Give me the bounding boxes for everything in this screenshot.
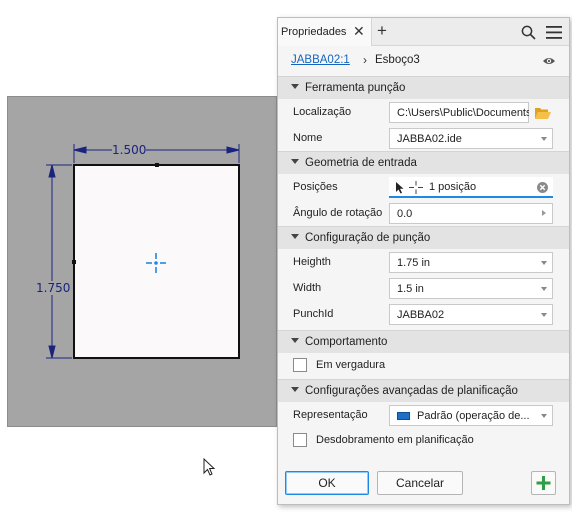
collapse-caret-icon — [291, 387, 299, 392]
clear-icon[interactable] — [537, 182, 548, 193]
height-value: 1.75 in — [397, 257, 431, 269]
height-row: Heighth 1.75 in — [278, 249, 569, 275]
breadcrumb-parent-link[interactable]: JABBA02:1 — [291, 54, 350, 66]
name-row: Nome JABBA02.ide — [278, 125, 569, 151]
height-label: Heighth — [293, 256, 331, 268]
location-value: C:\Users\Public\Documents\ — [397, 107, 529, 119]
section-behavior[interactable]: Comportamento — [278, 330, 569, 353]
name-dropdown[interactable]: JABBA02.ide — [389, 128, 553, 149]
width-dimension-lines — [73, 144, 240, 163]
top-midpoint — [155, 163, 159, 167]
width-value: 1.5 in — [397, 283, 424, 295]
collapse-caret-icon — [291, 338, 299, 343]
breadcrumb-current: Esboço3 — [375, 54, 420, 66]
mouse-cursor-icon — [203, 458, 216, 476]
hamburger-menu-icon[interactable] — [546, 26, 562, 39]
positions-value: 1 posição — [429, 181, 477, 193]
positions-row: Posições 1 posição — [278, 174, 569, 200]
name-value: JABBA02.ide — [397, 133, 462, 145]
punchid-value: JABBA02 — [397, 309, 445, 321]
close-tab-icon[interactable]: ✕ — [353, 18, 365, 45]
location-field[interactable]: C:\Users\Public\Documents\ — [389, 102, 529, 123]
ok-button[interactable]: OK — [285, 471, 369, 495]
in-bend-row: Em vergadura — [278, 353, 569, 377]
width-dropdown[interactable]: 1.5 in — [389, 278, 553, 299]
breadcrumb-separator-icon: › — [363, 53, 367, 67]
chevron-down-icon — [541, 414, 547, 418]
unfold-in-flat-label: Desdobramento em planificação — [316, 434, 474, 446]
representation-label: Representação — [293, 409, 368, 421]
section-title: Configuração de punção — [305, 232, 431, 244]
width-label: Width — [293, 282, 322, 294]
section-input-geometry[interactable]: Geometria de entrada — [278, 151, 569, 174]
rotation-angle-input[interactable]: 0.0 — [389, 203, 553, 224]
rotation-row: Ângulo de rotação 0.0 — [278, 200, 569, 226]
unfold-in-flat-checkbox[interactable] — [293, 433, 307, 447]
location-label: Localização — [293, 106, 352, 118]
chevron-down-icon — [541, 261, 547, 265]
breadcrumb: JABBA02:1 › Esboço3 — [278, 46, 569, 76]
punchid-label: PunchId — [293, 308, 334, 320]
tab-label: Propriedades — [281, 26, 347, 38]
left-midpoint — [72, 260, 76, 264]
chevron-down-icon — [541, 137, 547, 141]
cancel-button[interactable]: Cancelar — [377, 471, 463, 495]
punchid-row: PunchId JABBA02 — [278, 301, 569, 327]
punchid-dropdown[interactable]: JABBA02 — [389, 304, 553, 325]
section-punch-config[interactable]: Configuração de punção — [278, 226, 569, 249]
in-bend-label: Em vergadura — [316, 359, 386, 371]
point-crosshair-icon — [409, 181, 423, 194]
representation-value: Padrão (operação de... — [417, 410, 530, 422]
panel-tabbar: Propriedades ✕ + — [278, 18, 569, 46]
chevron-down-icon — [541, 287, 547, 291]
collapse-caret-icon — [291, 159, 299, 164]
rotation-angle-value: 0.0 — [397, 208, 413, 220]
green-plus-icon — [536, 476, 551, 490]
collapse-caret-icon — [291, 84, 299, 89]
width-row: Width 1.5 in — [278, 275, 569, 301]
representation-dropdown[interactable]: Padrão (operação de... — [389, 405, 553, 426]
collapse-caret-icon — [291, 234, 299, 239]
section-title: Configurações avançadas de planificação — [305, 385, 518, 397]
chevron-down-icon — [541, 313, 547, 317]
positions-label: Posições — [293, 181, 338, 193]
in-bend-checkbox[interactable] — [293, 358, 307, 372]
section-title: Geometria de entrada — [305, 157, 417, 169]
representation-swatch-icon — [397, 412, 410, 420]
chevron-right-icon[interactable] — [542, 210, 546, 216]
height-dimension-lines — [46, 164, 72, 359]
visibility-eye-icon[interactable] — [542, 56, 556, 66]
search-icon[interactable] — [521, 25, 536, 40]
folder-open-icon[interactable] — [534, 106, 552, 120]
height-dimension-text[interactable]: 1.750 — [36, 281, 71, 295]
select-arrow-icon — [396, 182, 404, 194]
unfold-row: Desdobramento em planificação — [278, 428, 569, 452]
section-punch-tool[interactable]: Ferramenta punção — [278, 76, 569, 99]
width-dimension-text[interactable]: 1.500 — [112, 143, 147, 157]
location-row: Localização C:\Users\Public\Documents\ — [278, 99, 569, 125]
section-advanced-flat[interactable]: Configurações avançadas de planificação — [278, 379, 569, 402]
add-button[interactable] — [531, 471, 556, 495]
sketch-drawing — [46, 144, 240, 359]
representation-row: Representação Padrão (operação de... — [278, 402, 569, 428]
rotation-label: Ângulo de rotação — [293, 207, 383, 219]
section-title: Ferramenta punção — [305, 82, 406, 94]
positions-selector[interactable]: 1 posição — [389, 177, 553, 198]
height-dropdown[interactable]: 1.75 in — [389, 252, 553, 273]
add-tab-icon[interactable]: + — [377, 18, 387, 44]
properties-panel: Propriedades ✕ + JABBA02:1 › Esboço3 Fer… — [277, 17, 570, 505]
section-title: Comportamento — [305, 336, 388, 348]
name-label: Nome — [293, 132, 323, 144]
